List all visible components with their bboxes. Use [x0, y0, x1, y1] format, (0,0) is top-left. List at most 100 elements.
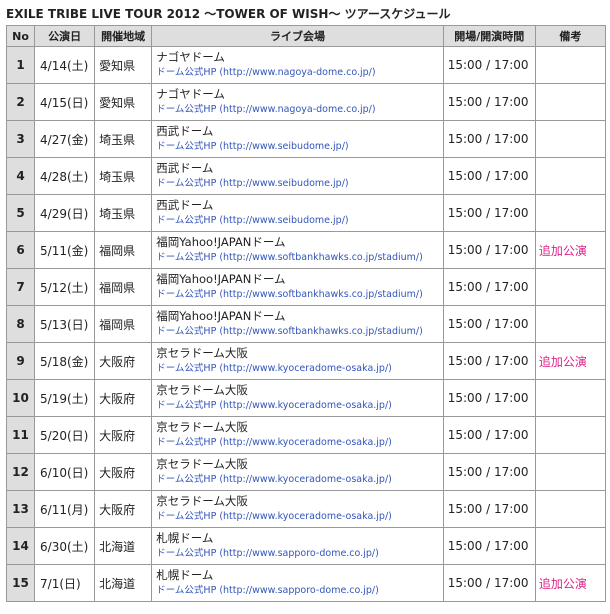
- region: 埼玉県: [94, 120, 153, 158]
- remarks: [534, 157, 607, 195]
- table-row: 13 6/11(月) 大阪府 京セラドーム大阪 ドーム公式HP (http://…: [5, 490, 607, 528]
- row-number: 8: [5, 305, 36, 343]
- table-row: 9 5/18(金) 大阪府 京セラドーム大阪 ドーム公式HP (http://w…: [5, 342, 607, 380]
- venue-official-link[interactable]: ドーム公式HP (http://www.softbankhawks.co.jp/…: [156, 324, 442, 339]
- region: 大阪府: [94, 453, 153, 491]
- venue-cell: 福岡Yahoo!JAPANドーム ドーム公式HP (http://www.sof…: [151, 305, 444, 343]
- table-row: 10 5/19(土) 大阪府 京セラドーム大阪 ドーム公式HP (http://…: [5, 379, 607, 417]
- venue-name: 札幌ドーム: [156, 531, 214, 545]
- header-note: 備考: [534, 25, 607, 47]
- open-start-time: 15:00 / 17:00: [442, 564, 536, 602]
- table-row: 14 6/30(土) 北海道 札幌ドーム ドーム公式HP (http://www…: [5, 527, 607, 565]
- venue-cell: 福岡Yahoo!JAPANドーム ドーム公式HP (http://www.sof…: [151, 231, 444, 269]
- venue-cell: 札幌ドーム ドーム公式HP (http://www.sapporo-dome.c…: [151, 527, 444, 565]
- performance-date: 6/11(月): [34, 490, 96, 528]
- row-number: 3: [5, 120, 36, 158]
- venue-official-link[interactable]: ドーム公式HP (http://www.seibudome.jp/): [156, 213, 442, 228]
- table-row: 12 6/10(日) 大阪府 京セラドーム大阪 ドーム公式HP (http://…: [5, 453, 607, 491]
- performance-date: 4/28(土): [34, 157, 96, 195]
- open-start-time: 15:00 / 17:00: [442, 453, 536, 491]
- region: 大阪府: [94, 342, 153, 380]
- venue-official-link[interactable]: ドーム公式HP (http://www.kyoceradome-osaka.jp…: [156, 361, 442, 376]
- performance-date: 6/10(日): [34, 453, 96, 491]
- table-row: 7 5/12(土) 福岡県 福岡Yahoo!JAPANドーム ドーム公式HP (…: [5, 268, 607, 306]
- remarks: [534, 46, 607, 84]
- venue-name: 京セラドーム大阪: [156, 346, 248, 360]
- open-start-time: 15:00 / 17:00: [442, 305, 536, 343]
- header-no: No: [5, 25, 36, 47]
- remarks: 追加公演: [534, 231, 607, 269]
- venue-name: 福岡Yahoo!JAPANドーム: [156, 272, 286, 286]
- open-start-time: 15:00 / 17:00: [442, 231, 536, 269]
- venue-cell: 京セラドーム大阪 ドーム公式HP (http://www.kyoceradome…: [151, 453, 444, 491]
- open-start-time: 15:00 / 17:00: [442, 157, 536, 195]
- table-row: 4 4/28(土) 埼玉県 西武ドーム ドーム公式HP (http://www.…: [5, 157, 607, 195]
- performance-date: 4/27(金): [34, 120, 96, 158]
- venue-cell: 西武ドーム ドーム公式HP (http://www.seibudome.jp/): [151, 157, 444, 195]
- header-date: 公演日: [34, 25, 96, 47]
- row-number: 15: [5, 564, 36, 602]
- performance-date: 4/29(日): [34, 194, 96, 232]
- venue-official-link[interactable]: ドーム公式HP (http://www.kyoceradome-osaka.jp…: [156, 435, 442, 450]
- venue-name: 京セラドーム大阪: [156, 457, 248, 471]
- table-row: 2 4/15(日) 愛知県 ナゴヤドーム ドーム公式HP (http://www…: [5, 83, 607, 121]
- row-number: 5: [5, 194, 36, 232]
- open-start-time: 15:00 / 17:00: [442, 268, 536, 306]
- venue-official-link[interactable]: ドーム公式HP (http://www.seibudome.jp/): [156, 139, 442, 154]
- open-start-time: 15:00 / 17:00: [442, 490, 536, 528]
- region: 埼玉県: [94, 194, 153, 232]
- header-venue: ライブ会場: [151, 25, 444, 47]
- venue-official-link[interactable]: ドーム公式HP (http://www.kyoceradome-osaka.jp…: [156, 509, 442, 524]
- tour-schedule-table: No 公演日 開催地域 ライブ会場 開場/開演時間 備考 1 4/14(土) 愛…: [5, 25, 607, 602]
- venue-official-link[interactable]: ドーム公式HP (http://www.kyoceradome-osaka.jp…: [156, 472, 442, 487]
- header-time: 開場/開演時間: [442, 25, 536, 47]
- open-start-time: 15:00 / 17:00: [442, 194, 536, 232]
- venue-official-link[interactable]: ドーム公式HP (http://www.softbankhawks.co.jp/…: [156, 250, 442, 265]
- remarks: [534, 379, 607, 417]
- region: 北海道: [94, 564, 153, 602]
- venue-name: 福岡Yahoo!JAPANドーム: [156, 235, 286, 249]
- remarks: [534, 416, 607, 454]
- venue-official-link[interactable]: ドーム公式HP (http://www.seibudome.jp/): [156, 176, 442, 191]
- row-number: 6: [5, 231, 36, 269]
- venue-cell: 京セラドーム大阪 ドーム公式HP (http://www.kyoceradome…: [151, 490, 444, 528]
- venue-cell: ナゴヤドーム ドーム公式HP (http://www.nagoya-dome.c…: [151, 83, 444, 121]
- remarks: [534, 490, 607, 528]
- region: 福岡県: [94, 305, 153, 343]
- region: 大阪府: [94, 416, 153, 454]
- venue-official-link[interactable]: ドーム公式HP (http://www.kyoceradome-osaka.jp…: [156, 398, 442, 413]
- page: EXILE TRIBE LIVE TOUR 2012 〜TOWER OF WIS…: [0, 0, 610, 614]
- row-number: 7: [5, 268, 36, 306]
- venue-name: 札幌ドーム: [156, 568, 214, 582]
- venue-official-link[interactable]: ドーム公式HP (http://www.nagoya-dome.co.jp/): [156, 65, 442, 80]
- header-region: 開催地域: [94, 25, 153, 47]
- venue-official-link[interactable]: ドーム公式HP (http://www.sapporo-dome.co.jp/): [156, 583, 442, 598]
- open-start-time: 15:00 / 17:00: [442, 342, 536, 380]
- open-start-time: 15:00 / 17:00: [442, 527, 536, 565]
- remarks: [534, 120, 607, 158]
- region: 愛知県: [94, 46, 153, 84]
- remarks: [534, 453, 607, 491]
- open-start-time: 15:00 / 17:00: [442, 416, 536, 454]
- table-row: 1 4/14(土) 愛知県 ナゴヤドーム ドーム公式HP (http://www…: [5, 46, 607, 84]
- venue-name: 西武ドーム: [156, 124, 214, 138]
- remarks: [534, 268, 607, 306]
- open-start-time: 15:00 / 17:00: [442, 379, 536, 417]
- venue-name: 西武ドーム: [156, 161, 214, 175]
- performance-date: 5/20(日): [34, 416, 96, 454]
- performance-date: 5/18(金): [34, 342, 96, 380]
- performance-date: 4/14(土): [34, 46, 96, 84]
- venue-cell: ナゴヤドーム ドーム公式HP (http://www.nagoya-dome.c…: [151, 46, 444, 84]
- remarks: [534, 305, 607, 343]
- venue-official-link[interactable]: ドーム公式HP (http://www.sapporo-dome.co.jp/): [156, 546, 442, 561]
- venue-official-link[interactable]: ドーム公式HP (http://www.nagoya-dome.co.jp/): [156, 102, 442, 117]
- table-row: 11 5/20(日) 大阪府 京セラドーム大阪 ドーム公式HP (http://…: [5, 416, 607, 454]
- performance-date: 7/1(日): [34, 564, 96, 602]
- table-row: 15 7/1(日) 北海道 札幌ドーム ドーム公式HP (http://www.…: [5, 564, 607, 602]
- venue-name: 西武ドーム: [156, 198, 214, 212]
- region: 北海道: [94, 527, 153, 565]
- venue-official-link[interactable]: ドーム公式HP (http://www.softbankhawks.co.jp/…: [156, 287, 442, 302]
- table-body: 1 4/14(土) 愛知県 ナゴヤドーム ドーム公式HP (http://www…: [5, 46, 607, 602]
- remarks: [534, 83, 607, 121]
- row-number: 4: [5, 157, 36, 195]
